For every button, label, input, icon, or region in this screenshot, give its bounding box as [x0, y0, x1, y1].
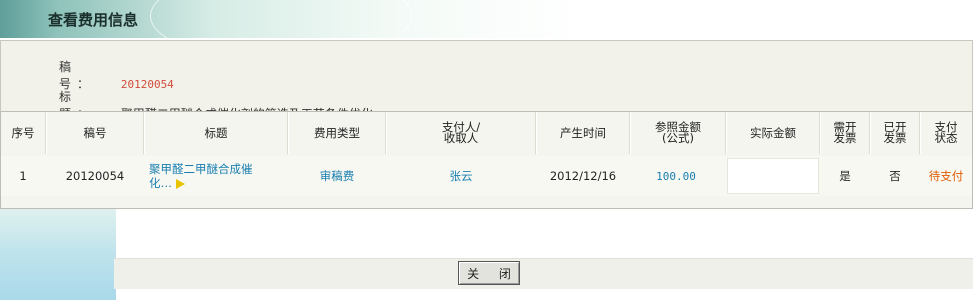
col-header-need-invoice: 需开 发票	[821, 112, 869, 154]
col-separator	[725, 112, 727, 154]
col-header-payer: 支付人/ 收取人	[387, 112, 535, 154]
col-header-issued-line2: 发票	[883, 131, 907, 145]
col-separator	[385, 112, 387, 154]
footer-bar	[114, 258, 973, 289]
cell-seq: 1	[19, 169, 27, 183]
manuscript-no-row: 稿 号： 20120054	[59, 58, 174, 92]
col-header-ref-line2: (公式)	[662, 131, 694, 145]
manuscript-info-panel: 稿 号： 20120054 标 题： 聚甲醛二甲醚合成催化剂的筛选及工艺条件优化	[0, 40, 973, 121]
col-header-title: 标题	[204, 125, 228, 140]
col-header-pay-line2: 状态	[934, 131, 958, 145]
cell-payer-link[interactable]: 张云	[387, 156, 535, 196]
cell-title-line2[interactable]: 化…	[149, 176, 172, 190]
cell-fee-type-link[interactable]: 审稿费	[289, 156, 385, 196]
col-header-pay-status: 支付 状态	[921, 112, 971, 154]
cell-ref-amount: 100.00	[656, 169, 696, 183]
col-separator	[535, 112, 537, 154]
col-header-actual-amount: 实际金额	[750, 125, 796, 140]
cell-need-invoice: 是	[839, 169, 851, 183]
col-separator	[919, 112, 921, 154]
col-header-issued-invoice: 已开 发票	[871, 112, 919, 154]
cell-title-line1[interactable]: 聚甲醛二甲醚合成催	[149, 162, 253, 176]
cell-no: 20120054	[65, 169, 125, 183]
col-header-fee-type: 费用类型	[314, 125, 360, 140]
col-header-payer-line2: 收取人	[443, 131, 479, 145]
col-separator	[629, 112, 631, 154]
cell-issued-invoice: 否	[889, 169, 901, 183]
col-separator	[287, 112, 289, 154]
page-title: 查看费用信息	[48, 11, 139, 29]
cell-pay-status: 待支付	[928, 169, 964, 183]
col-header-time: 产生时间	[560, 125, 606, 140]
col-separator	[45, 112, 47, 154]
col-separator	[143, 112, 145, 154]
cell-title-link[interactable]: 聚甲醛二甲醚合成催 化…	[149, 156, 285, 196]
close-button[interactable]: 关 闭	[458, 261, 520, 285]
fee-table: 序号 稿号 标题 费用类型 支付人/ 收取人 产生时间 参照金额 (公式) 实际…	[0, 111, 973, 209]
expand-arrow-icon[interactable]	[176, 178, 185, 189]
cell-actual-amount	[727, 158, 819, 194]
manuscript-no-label: 稿 号：	[59, 60, 96, 91]
col-header-seq: 序号	[11, 125, 35, 140]
page-header: 查看费用信息	[0, 0, 973, 62]
cell-time: 2012/12/16	[549, 169, 617, 183]
cell-title-line2-wrap: 化…	[149, 176, 185, 190]
col-header-no: 稿号	[83, 125, 107, 140]
col-header-need-line2: 发票	[833, 131, 857, 145]
col-separator	[869, 112, 871, 154]
col-header-ref-amount: 参照金额 (公式)	[631, 112, 725, 154]
col-separator	[819, 112, 821, 154]
